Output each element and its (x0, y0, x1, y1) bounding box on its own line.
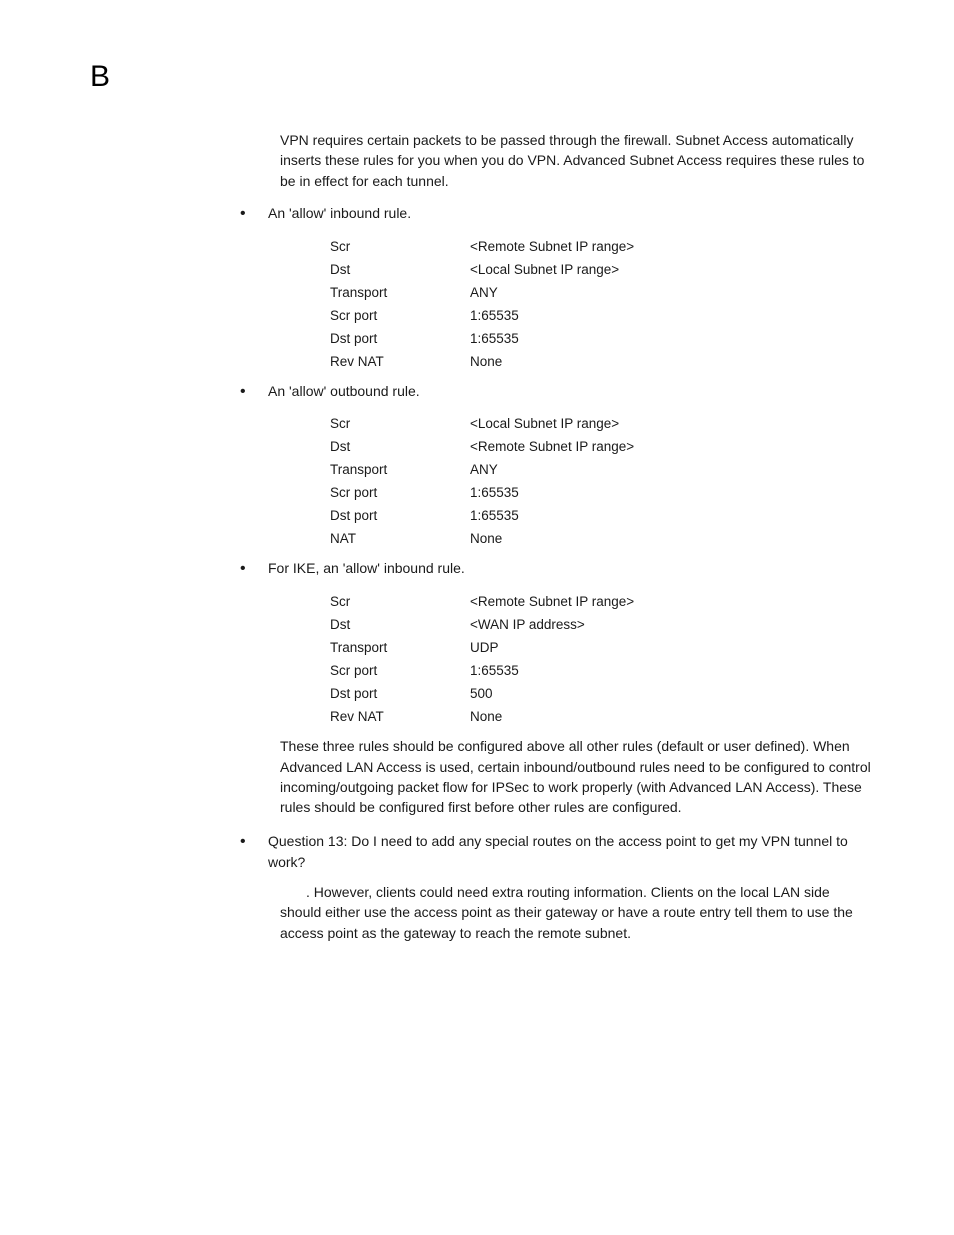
rule-key: Scr port (330, 308, 470, 323)
rule-val: 1:65535 (470, 331, 874, 346)
chapter-letter: B (90, 60, 874, 94)
rule-key: Dst port (330, 686, 470, 701)
rule-key: Dst port (330, 331, 470, 346)
question-text: Question 13: Do I need to add any specia… (268, 831, 874, 872)
table-row: Dst<Remote Subnet IP range> (330, 435, 874, 458)
table-row: Dst port1:65535 (330, 327, 874, 350)
table-row: Scr<Remote Subnet IP range> (330, 235, 874, 258)
rule-key: Scr (330, 416, 470, 431)
rule-key: Transport (330, 285, 470, 300)
rule-key: Dst (330, 262, 470, 277)
table-row: Scr<Remote Subnet IP range> (330, 590, 874, 613)
table-row: TransportANY (330, 458, 874, 481)
intro-paragraph: VPN requires certain packets to be passe… (280, 130, 874, 191)
bullet-item: • Question 13: Do I need to add any spec… (240, 831, 874, 872)
rule-table: Scr<Remote Subnet IP range> Dst<Local Su… (330, 235, 874, 373)
rule-val: <WAN IP address> (470, 617, 874, 632)
rule-val: ANY (470, 285, 874, 300)
bullet-marker: • (240, 558, 268, 580)
rule-val: <Local Subnet IP range> (470, 416, 874, 431)
rule-val: <Local Subnet IP range> (470, 262, 874, 277)
rule-key: Dst port (330, 508, 470, 523)
bullet-item: • For IKE, an 'allow' inbound rule. (240, 558, 874, 580)
rule-val: UDP (470, 640, 874, 655)
rule-key: Scr (330, 594, 470, 609)
rule-table: Scr<Local Subnet IP range> Dst<Remote Su… (330, 412, 874, 550)
bullet-marker: • (240, 831, 268, 872)
bullet-item: • An 'allow' outbound rule. (240, 381, 874, 403)
rule-val: <Remote Subnet IP range> (470, 239, 874, 254)
rule-table: Scr<Remote Subnet IP range> Dst<WAN IP a… (330, 590, 874, 728)
rule-val: <Remote Subnet IP range> (470, 439, 874, 454)
rule-key: Dst (330, 439, 470, 454)
bullet-text: An 'allow' inbound rule. (268, 203, 874, 225)
table-row: Rev NATNone (330, 350, 874, 373)
rule-key: Scr port (330, 485, 470, 500)
table-row: Dst port500 (330, 682, 874, 705)
rule-val: None (470, 531, 874, 546)
rule-val: <Remote Subnet IP range> (470, 594, 874, 609)
rule-key: Scr (330, 239, 470, 254)
rule-val: None (470, 709, 874, 724)
after-tables-paragraph: These three rules should be configured a… (280, 736, 874, 817)
rule-key: Scr port (330, 663, 470, 678)
rule-val: 1:65535 (470, 308, 874, 323)
rule-val: 1:65535 (470, 663, 874, 678)
table-row: TransportUDP (330, 636, 874, 659)
table-row: Rev NATNone (330, 705, 874, 728)
table-row: Dst<Local Subnet IP range> (330, 258, 874, 281)
rule-val: 1:65535 (470, 508, 874, 523)
table-row: Scr<Local Subnet IP range> (330, 412, 874, 435)
bullet-item: • An 'allow' inbound rule. (240, 203, 874, 225)
rule-key: Dst (330, 617, 470, 632)
table-row: NATNone (330, 527, 874, 550)
bullet-text: An 'allow' outbound rule. (268, 381, 874, 403)
rule-key: Transport (330, 462, 470, 477)
rule-val: 1:65535 (470, 485, 874, 500)
rule-val: 500 (470, 686, 874, 701)
rule-key: Rev NAT (330, 354, 470, 369)
bullet-text: For IKE, an 'allow' inbound rule. (268, 558, 874, 580)
table-row: Dst port1:65535 (330, 504, 874, 527)
rule-val: None (470, 354, 874, 369)
bullet-marker: • (240, 381, 268, 403)
bullet-marker: • (240, 203, 268, 225)
answer-paragraph: . However, clients could need extra rout… (280, 882, 874, 943)
table-row: TransportANY (330, 281, 874, 304)
table-row: Scr port1:65535 (330, 481, 874, 504)
rule-key: NAT (330, 531, 470, 546)
table-row: Scr port1:65535 (330, 659, 874, 682)
rule-key: Transport (330, 640, 470, 655)
rule-val: ANY (470, 462, 874, 477)
table-row: Scr port1:65535 (330, 304, 874, 327)
rule-key: Rev NAT (330, 709, 470, 724)
table-row: Dst<WAN IP address> (330, 613, 874, 636)
